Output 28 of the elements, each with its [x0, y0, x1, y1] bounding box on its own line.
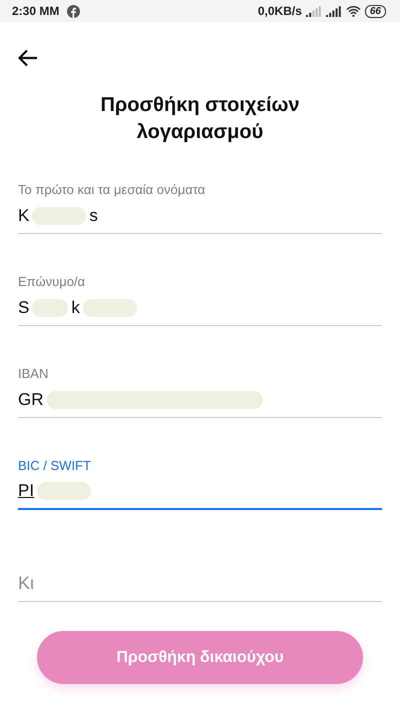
input-text: K [18, 204, 30, 227]
field-label: BIC / SWIFT [18, 458, 92, 474]
input-field[interactable]: K s [18, 198, 382, 234]
facebook-icon [67, 4, 80, 18]
signal-icon [326, 6, 342, 16]
input-field[interactable]: S k [18, 290, 382, 326]
redaction-mark [32, 206, 86, 224]
input-field[interactable]: GR [18, 382, 382, 418]
field-label: IBAN [18, 366, 50, 382]
signal-icon [306, 6, 322, 16]
field-placeholder: Κι [18, 572, 34, 595]
page-title: Προσθήκη στοιχείων λογαριασμού [99, 93, 301, 145]
redaction-mark [32, 298, 68, 316]
field-label: Επώνυμο/α [18, 274, 86, 290]
field-label: Το πρώτο και τα μεσαία ονόματα [18, 182, 206, 198]
redaction-mark [37, 482, 92, 500]
battery-icon: 66 [364, 4, 386, 18]
input-text: s [89, 204, 98, 227]
input-text: k [71, 296, 80, 319]
status-time: 2:30 ΜΜ [12, 3, 60, 20]
input-text: PI [18, 480, 34, 502]
input-text: S [18, 296, 30, 319]
input-field[interactable]: PI [18, 474, 382, 510]
back-arrow-icon[interactable] [18, 48, 38, 67]
input-text: GR [18, 388, 44, 411]
network-speed: 0,0KB/s [258, 3, 302, 20]
redaction-mark [82, 298, 137, 316]
wifi-icon [346, 5, 361, 17]
